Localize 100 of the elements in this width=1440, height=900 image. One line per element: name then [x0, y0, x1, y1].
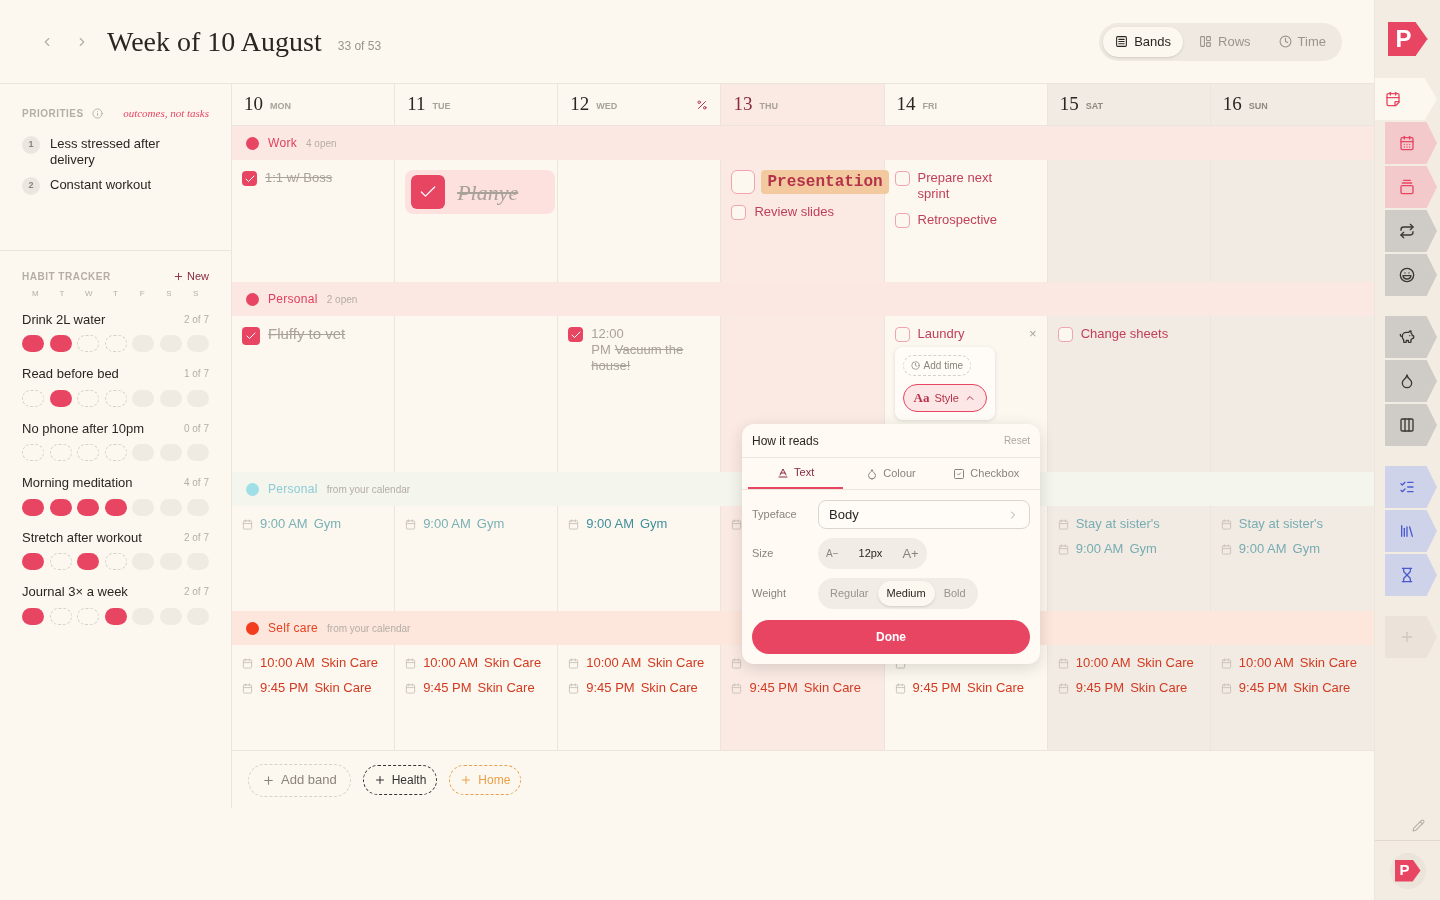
calendar-icon	[405, 657, 417, 669]
band-note: 2 open	[326, 292, 358, 307]
rail-tab[interactable]	[1385, 210, 1437, 252]
rail-tab[interactable]	[1385, 254, 1437, 296]
calendar-event[interactable]: Stay at sister's	[1220, 516, 1364, 532]
week-count: 33 of 53	[337, 37, 382, 55]
weight-option[interactable]: Regular	[821, 581, 878, 606]
habit-day[interactable]	[77, 498, 99, 516]
checkbox[interactable]	[894, 327, 910, 342]
app-logo[interactable]: P	[1387, 22, 1428, 56]
checkbox[interactable]	[1057, 327, 1073, 342]
weekday-label: S	[191, 287, 200, 300]
task-card[interactable]: Planye	[405, 170, 556, 214]
increase-button[interactable]: A+	[902, 543, 919, 564]
habit-day[interactable]	[104, 607, 127, 625]
day-name: MON	[270, 99, 291, 113]
calendar-event[interactable]: 10:00 AM Skin Care	[242, 655, 385, 671]
check-icon	[245, 330, 257, 342]
weight-option[interactable]: Bold	[934, 581, 975, 606]
checkbox[interactable]	[894, 213, 910, 228]
habit-day[interactable]	[22, 607, 44, 625]
habit-name: Morning meditation	[22, 474, 133, 492]
day-number: 13	[733, 92, 753, 117]
habit-day[interactable]	[49, 335, 72, 352]
event-text: 10:00 AM Skin Care	[586, 655, 705, 671]
checkbox[interactable]	[242, 327, 260, 345]
day-number: 11	[407, 92, 426, 117]
habit-day[interactable]	[22, 553, 44, 570]
task-text: Presentation	[761, 170, 889, 194]
calendar-event[interactable]: 9:45 PM Skin Care	[568, 680, 711, 696]
pencil-icon[interactable]	[1412, 819, 1425, 832]
panel-tab[interactable]: Text	[748, 458, 844, 489]
habit-day[interactable]	[22, 498, 44, 516]
calendar-event[interactable]: 10:00 AM Skin Care	[568, 655, 711, 671]
hourglass-icon	[1399, 567, 1415, 583]
calendar-event[interactable]: 9:00 AM Gym	[1057, 541, 1200, 557]
priority-number: 2	[22, 176, 40, 195]
checkbox[interactable]	[731, 205, 747, 220]
habit-name: Read before bed	[22, 365, 119, 383]
info-icon[interactable]	[91, 107, 103, 119]
close-button[interactable]: ×	[1029, 326, 1037, 342]
plus-icon	[173, 270, 184, 282]
panel-tab[interactable]: Colour	[843, 458, 939, 489]
percent-icon[interactable]	[696, 98, 709, 111]
weight-option[interactable]: Medium	[877, 581, 935, 606]
calendar-event[interactable]: 9:45 PM Skin Care	[1057, 680, 1200, 696]
checkbox[interactable]	[568, 327, 584, 342]
habit-day[interactable]	[104, 498, 127, 516]
habit-day[interactable]	[49, 498, 72, 516]
view-tab[interactable]: Rows	[1187, 26, 1263, 57]
new-habit-button[interactable]: New	[173, 268, 209, 285]
calendar-event[interactable]: 10:00 AM Skin Care	[405, 655, 548, 671]
calendar-event[interactable]: 9:45 PM Skin Care	[242, 680, 385, 696]
calendar-event[interactable]: Stay at sister's	[1057, 516, 1200, 532]
event-text: 9:45 PM Skin Care	[1075, 680, 1188, 696]
rail-tab[interactable]	[1385, 404, 1437, 446]
band-name: Personal	[268, 291, 318, 308]
calendar-event[interactable]: 9:45 PM Skin Care	[405, 680, 548, 696]
checkbox[interactable]	[411, 175, 446, 209]
calendar-icon	[1057, 682, 1069, 694]
calendar-event[interactable]: 9:45 PM Skin Care	[894, 680, 1037, 696]
task-text: Planye	[457, 178, 519, 207]
calendar-icon	[242, 657, 253, 669]
calendar-icon	[242, 518, 253, 530]
event-text: 10:00 AM Skin Care	[260, 655, 378, 671]
habit-count: 2 of 7	[183, 312, 209, 327]
calendar-event[interactable]: 9:00 AM Gym	[568, 516, 711, 532]
day-name: SUN	[1248, 99, 1268, 113]
habit-day[interactable]	[77, 553, 99, 570]
decrease-button[interactable]: A−	[826, 546, 839, 561]
view-tab[interactable]: Time	[1266, 26, 1338, 57]
event-text: 10:00 AM Skin Care	[1238, 655, 1357, 671]
rail-tab[interactable]	[1385, 316, 1437, 358]
avatar[interactable]: P	[1389, 852, 1426, 889]
habit-day[interactable]	[49, 389, 72, 407]
calendar-event[interactable]: 10:00 AM Skin Care	[1220, 655, 1364, 671]
view-tab[interactable]: Bands	[1103, 26, 1184, 57]
checkbox[interactable]	[731, 170, 756, 194]
habit-name: Drink 2L water	[22, 310, 106, 329]
habit-day[interactable]	[22, 335, 44, 352]
panel-tab[interactable]: Checkbox	[938, 458, 1034, 489]
checkbox[interactable]	[894, 171, 910, 186]
weekday-label: M	[31, 287, 40, 300]
typeface-select[interactable]: Body	[818, 500, 1030, 529]
event-text: 9:00 AM Gym	[260, 516, 342, 532]
reset-button[interactable]: Reset	[1003, 433, 1030, 448]
calendar-event[interactable]: 9:45 PM Skin Care	[1220, 680, 1364, 696]
field-label: Size	[752, 546, 775, 562]
calendar-event[interactable]: 9:00 AM Gym	[1220, 541, 1364, 557]
style-button[interactable]: Aa Style	[902, 384, 987, 412]
checkbox-icon	[953, 467, 966, 480]
event-text: 9:45 PM Skin Care	[912, 680, 1025, 696]
calendar-event[interactable]: 9:00 AM Gym	[242, 516, 385, 532]
habit-count: 1 of 7	[183, 367, 209, 382]
calendar-event[interactable]: 9:00 AM Gym	[405, 516, 548, 532]
calendar-event[interactable]: 9:45 PM Skin Care	[731, 680, 874, 696]
done-button[interactable]: Done	[752, 620, 1030, 654]
calendar-event[interactable]: 10:00 AM Skin Care	[1057, 655, 1200, 671]
style-glyph: Aa	[913, 389, 930, 407]
checkbox[interactable]	[242, 171, 257, 186]
